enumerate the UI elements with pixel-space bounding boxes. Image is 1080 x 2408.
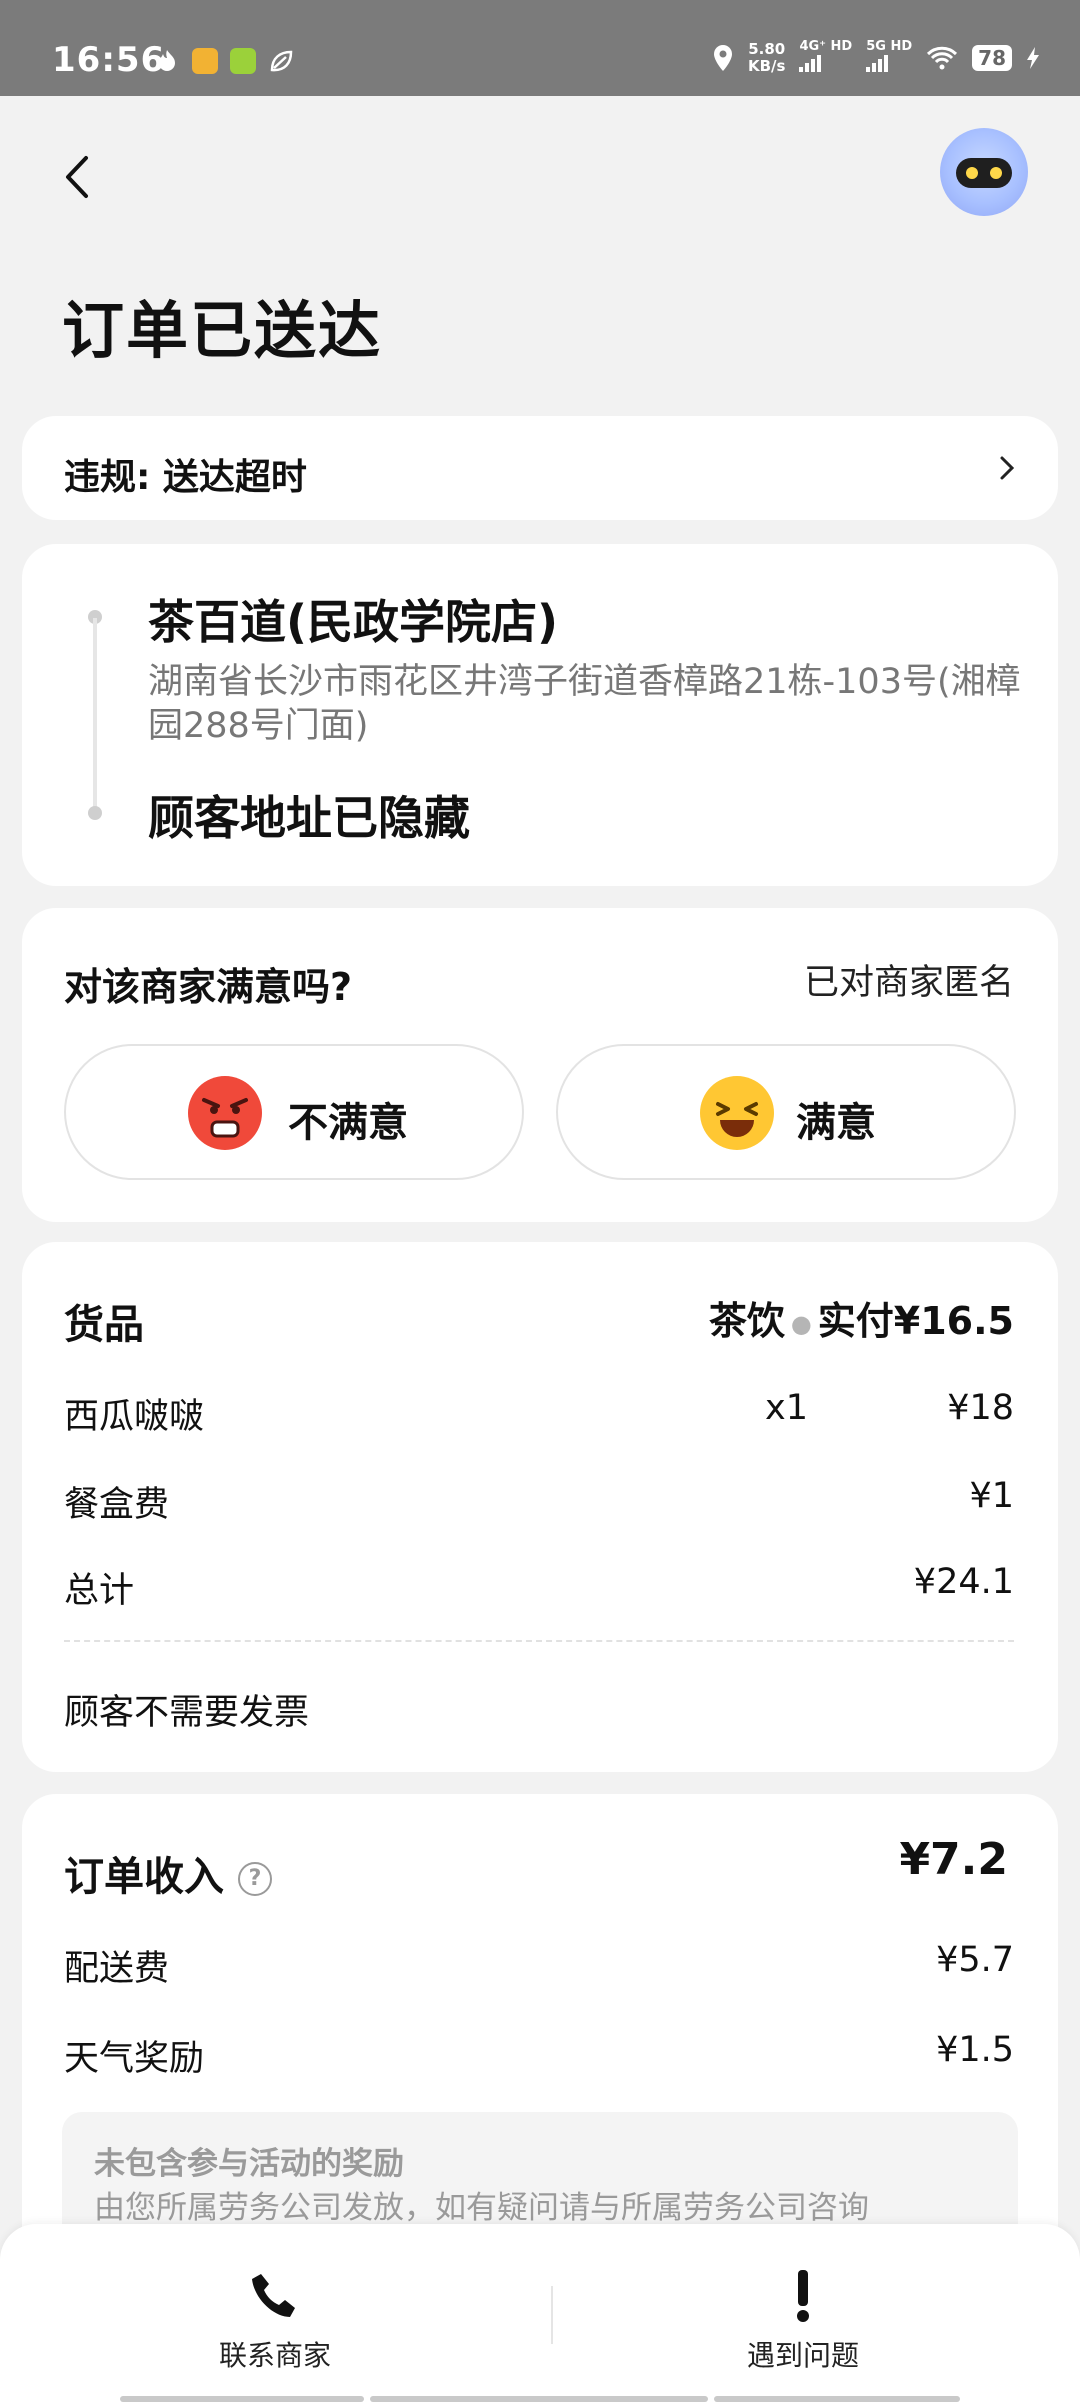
satisfaction-card: 对该商家满意吗? 已对商家匿名 不满意 满意 — [22, 908, 1058, 1222]
income-total: ¥7.2 — [899, 1834, 1008, 1885]
sim1-signal: 4G⁺ HD — [799, 40, 852, 76]
report-problem-button[interactable]: 遇到问题 — [653, 2268, 953, 2388]
satisfied-button[interactable]: 满意 — [556, 1044, 1016, 1180]
violation-text: 违规: 送达超时 — [64, 457, 307, 498]
robot-assistant-icon[interactable] — [940, 128, 1028, 216]
packaging-label: 餐盒费 — [64, 1485, 170, 1525]
reward-note-body: 由您所属劳务公司发放，如有疑问请与所属劳务公司咨询 — [94, 2190, 869, 2226]
delivery-fee-row: 配送费 ¥5.7 — [64, 1940, 1014, 1991]
violation-card[interactable]: 违规: 送达超时 — [22, 416, 1058, 520]
income-heading: 订单收入 — [64, 1854, 224, 1900]
reward-note-title: 未包含参与活动的奖励 — [94, 2146, 404, 2182]
delivery-fee-price: ¥5.7 — [936, 1940, 1014, 1980]
goods-item-row: 西瓜啵啵 x1 ¥18 — [64, 1388, 1014, 1439]
invoice-note: 顾客不需要发票 — [64, 1693, 310, 1733]
goods-meta: 茶饮 ● 实付¥16.5 — [709, 1290, 1014, 1345]
weather-bonus-row: 天气奖励 ¥1.5 — [64, 2030, 1014, 2081]
total-price: ¥24.1 — [913, 1562, 1014, 1602]
location-icon — [713, 45, 732, 71]
weather-bonus-price: ¥1.5 — [936, 2030, 1014, 2070]
status-bar: 16:56 5.80 KB/s 4G⁺ HD 5G HD 78 — [0, 0, 1080, 96]
goods-paid: 实付¥16.5 — [817, 1299, 1014, 1343]
anonymous-note: 已对商家匿名 — [803, 963, 1014, 1003]
status-time: 16:56 — [52, 40, 166, 80]
laughing-face-icon — [700, 1076, 774, 1150]
customer-address: 顾客地址已隐藏 — [148, 791, 470, 845]
notification-icons — [154, 48, 294, 74]
packaging-row: 餐盒费 ¥1 — [64, 1476, 1014, 1527]
bottom-action-bar: 联系商家 遇到问题 — [0, 2224, 1080, 2408]
status-indicators: 5.80 KB/s 4G⁺ HD 5G HD 78 — [712, 40, 1040, 76]
angry-face-icon — [188, 1076, 262, 1150]
dissatisfied-label: 不满意 — [288, 1100, 408, 1146]
dissatisfied-button[interactable]: 不满意 — [64, 1044, 524, 1180]
contact-merchant-button[interactable]: 联系商家 — [125, 2268, 425, 2388]
phone-icon — [252, 2274, 295, 2317]
contact-merchant-label: 联系商家 — [218, 2339, 331, 2372]
app-notification-icon — [230, 48, 256, 74]
item-price: ¥18 — [947, 1388, 1014, 1428]
weather-bonus-label: 天气奖励 — [64, 2039, 205, 2079]
battery-level: 78 — [972, 45, 1012, 71]
store-address: 湖南省长沙市雨花区井湾子街道香樟路21栋-103号(湘樟园288号门面) — [148, 662, 1021, 746]
fire-icon — [159, 50, 175, 71]
income-heading-row: 订单收入? — [64, 1844, 1014, 1902]
satisfaction-question: 对该商家满意吗? — [64, 965, 353, 1009]
signal-bars-icon — [799, 54, 822, 72]
delivery-fee-label: 配送费 — [64, 1949, 170, 1989]
exclamation-icon — [797, 2270, 809, 2322]
item-qty: x1 — [765, 1388, 808, 1428]
customer-dot-icon — [88, 806, 102, 820]
app-notification-icon — [192, 48, 218, 74]
report-problem-label: 遇到问题 — [746, 2339, 859, 2372]
total-row: 总计 ¥24.1 — [64, 1562, 1014, 1613]
route-card: 茶百道(民政学院店) 湖南省长沙市雨花区井湾子街道香樟路21栋-103号(湘樟园… — [22, 544, 1058, 886]
charging-icon — [1027, 47, 1039, 69]
wifi-icon — [927, 46, 958, 70]
chevron-right-icon — [1000, 456, 1015, 480]
page-title: 订单已送达 — [62, 294, 383, 367]
question-circle-icon[interactable]: ? — [238, 1862, 272, 1896]
goods-card: 货品 茶饮 ● 实付¥16.5 西瓜啵啵 x1 ¥18 餐盒费 ¥1 总计 ¥24.… — [22, 1242, 1058, 1772]
store-name: 茶百道(民政学院店) — [148, 595, 559, 649]
separator-dot: ● — [790, 1309, 812, 1338]
total-label: 总计 — [64, 1571, 135, 1611]
goods-category: 茶饮 — [708, 1299, 785, 1343]
leaf-icon — [270, 50, 293, 72]
satisfied-label: 满意 — [796, 1100, 876, 1146]
signal-bars-icon — [866, 54, 889, 72]
route-line — [93, 618, 97, 814]
back-chevron-icon[interactable] — [58, 152, 98, 202]
network-speed: 5.80 KB/s — [747, 40, 786, 75]
nav-hint-bar — [120, 2396, 364, 2402]
item-name: 西瓜啵啵 — [64, 1397, 205, 1437]
robot-face — [956, 158, 1012, 188]
bar-divider — [551, 2286, 553, 2344]
sim2-signal: 5G HD — [866, 40, 912, 76]
packaging-price: ¥1 — [969, 1476, 1014, 1516]
nav-hint-bar — [714, 2396, 960, 2402]
dashed-divider — [64, 1640, 1014, 1642]
nav-hint-bar — [370, 2396, 708, 2402]
